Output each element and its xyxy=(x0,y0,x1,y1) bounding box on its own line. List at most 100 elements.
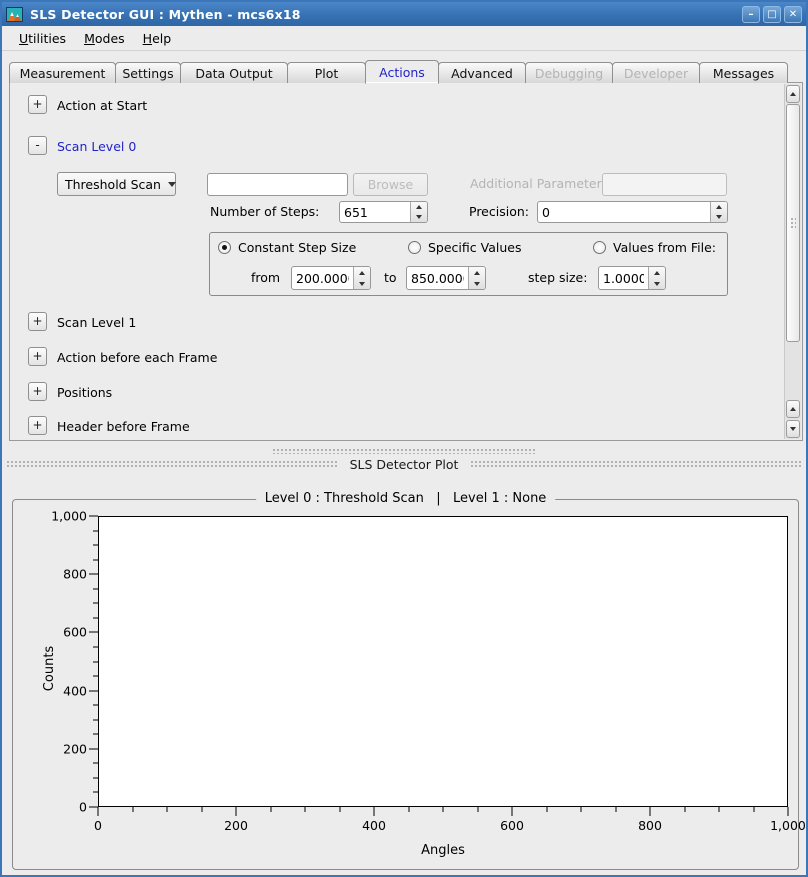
tab-data-output[interactable]: Data Output xyxy=(180,62,288,83)
minimize-button[interactable]: – xyxy=(742,6,760,23)
y-tick-label: 200 xyxy=(63,741,87,756)
spin-up-icon[interactable] xyxy=(354,267,370,278)
to-spinbox[interactable] xyxy=(406,266,486,290)
window-title: SLS Detector GUI : Mythen - mcs6x18 xyxy=(30,7,739,22)
tab-advanced[interactable]: Advanced xyxy=(438,62,526,83)
scan-mode-select[interactable]: Threshold Scan xyxy=(57,172,176,196)
tab-plot[interactable]: Plot xyxy=(287,62,366,83)
y-major-tick xyxy=(89,632,98,633)
section-label-action-before-each-frame: Action before each Frame xyxy=(57,350,217,365)
tab-developer: Developer xyxy=(612,62,700,83)
additional-parameter-label: Additional Parameter: xyxy=(470,176,606,191)
radio-constant-step-size[interactable]: Constant Step Size xyxy=(218,240,356,255)
x-minor-tick xyxy=(201,807,202,812)
y-major-tick xyxy=(89,690,98,691)
additional-parameter-input xyxy=(602,173,727,196)
spin-up-icon[interactable] xyxy=(469,267,485,278)
spin-down-icon[interactable] xyxy=(711,212,727,222)
spin-down-icon[interactable] xyxy=(649,278,665,289)
from-label: from xyxy=(251,270,280,285)
x-minor-tick xyxy=(615,807,616,812)
y-minor-tick xyxy=(93,617,98,618)
scroll-up-button[interactable] xyxy=(786,85,800,103)
radio-unselected-icon[interactable] xyxy=(593,241,606,254)
tab-settings[interactable]: Settings xyxy=(115,62,181,83)
y-minor-tick xyxy=(93,530,98,531)
expand-button-scan-level-1[interactable]: + xyxy=(28,312,47,331)
y-tick-label: 800 xyxy=(63,567,87,582)
tab-measurement[interactable]: Measurement xyxy=(9,62,116,83)
spin-up-icon[interactable] xyxy=(711,202,727,212)
spin-down-icon[interactable] xyxy=(411,212,427,222)
expand-button-header-before-frame[interactable]: + xyxy=(28,416,47,435)
number-of-steps-value[interactable] xyxy=(340,202,410,222)
tab-actions[interactable]: Actions xyxy=(365,60,439,84)
x-tick-label: 1,000 xyxy=(770,818,806,833)
menu-help[interactable]: Help xyxy=(134,28,181,49)
tab-bar: Measurement Settings Data Output Plot Ac… xyxy=(9,59,799,83)
expand-button-positions[interactable]: + xyxy=(28,382,47,401)
actions-pane: + Action at Start - Scan Level 0 Thresho… xyxy=(9,82,803,441)
menu-modes[interactable]: Modes xyxy=(75,28,134,49)
scan-script-input[interactable] xyxy=(207,173,348,196)
x-major-tick xyxy=(788,807,789,816)
section-label-scan-level-1: Scan Level 1 xyxy=(57,315,136,330)
plot-title: Level 0 : Threshold Scan | Level 1 : Non… xyxy=(256,491,556,506)
menu-utilities[interactable]: Utilities xyxy=(10,28,75,49)
plot-axes: 02004006008001,00002004006008001,000 xyxy=(98,516,788,807)
splitter-handle[interactable] xyxy=(272,448,537,454)
precision-value[interactable] xyxy=(538,202,710,222)
scan-mode-selected-value: Threshold Scan xyxy=(58,177,168,192)
x-minor-tick xyxy=(684,807,685,812)
radio-specific-values[interactable]: Specific Values xyxy=(408,240,521,255)
section-label-scan-level-0: Scan Level 0 xyxy=(57,139,136,154)
scroll-down-button[interactable] xyxy=(786,420,800,438)
x-tick-label: 200 xyxy=(224,818,248,833)
vertical-scrollbar[interactable] xyxy=(784,84,801,439)
plot-dock-header[interactable]: SLS Detector Plot xyxy=(6,456,802,472)
expand-button-action-before-each-frame[interactable]: + xyxy=(28,347,47,366)
close-button[interactable]: ✕ xyxy=(784,6,802,23)
maximize-button[interactable]: □ xyxy=(763,6,781,23)
collapse-button-scan-level-0[interactable]: - xyxy=(28,136,47,155)
titlebar[interactable]: SLS Detector GUI : Mythen - mcs6x18 – □ … xyxy=(2,2,806,26)
radio-selected-icon[interactable] xyxy=(218,241,231,254)
tab-messages[interactable]: Messages xyxy=(699,62,788,83)
y-major-tick xyxy=(89,516,98,517)
x-major-tick xyxy=(236,807,237,816)
spinner-buttons[interactable] xyxy=(648,267,665,289)
to-value[interactable] xyxy=(407,267,468,289)
dock-handle-texture xyxy=(6,460,338,468)
spin-up-icon[interactable] xyxy=(411,202,427,212)
y-minor-tick xyxy=(93,734,98,735)
y-major-tick xyxy=(89,574,98,575)
section-label-action-at-start: Action at Start xyxy=(57,98,147,113)
spin-down-icon[interactable] xyxy=(354,278,370,289)
step-size-label: step size: xyxy=(528,270,587,285)
expand-button-action-at-start[interactable]: + xyxy=(28,95,47,114)
y-minor-tick xyxy=(93,603,98,604)
step-size-spinbox[interactable] xyxy=(598,266,666,290)
radio-values-from-file[interactable]: Values from File: xyxy=(593,240,716,255)
spinner-buttons[interactable] xyxy=(710,202,727,222)
spin-up-icon[interactable] xyxy=(649,267,665,278)
from-value[interactable] xyxy=(292,267,353,289)
y-minor-tick xyxy=(93,719,98,720)
precision-spinbox[interactable] xyxy=(537,201,728,223)
x-minor-tick xyxy=(408,807,409,812)
scrollbar-thumb[interactable] xyxy=(786,104,800,342)
scroll-up-button-bottom[interactable] xyxy=(786,400,800,418)
spinner-buttons[interactable] xyxy=(410,202,427,222)
spinner-buttons[interactable] xyxy=(468,267,485,289)
browse-button: Browse xyxy=(353,173,428,196)
step-size-value[interactable] xyxy=(599,267,648,289)
to-label: to xyxy=(384,270,397,285)
y-tick-label: 0 xyxy=(79,800,87,815)
from-spinbox[interactable] xyxy=(291,266,371,290)
x-tick-label: 600 xyxy=(500,818,524,833)
number-of-steps-spinbox[interactable] xyxy=(339,201,428,223)
spin-down-icon[interactable] xyxy=(469,278,485,289)
y-major-tick xyxy=(89,807,98,808)
spinner-buttons[interactable] xyxy=(353,267,370,289)
radio-unselected-icon[interactable] xyxy=(408,241,421,254)
